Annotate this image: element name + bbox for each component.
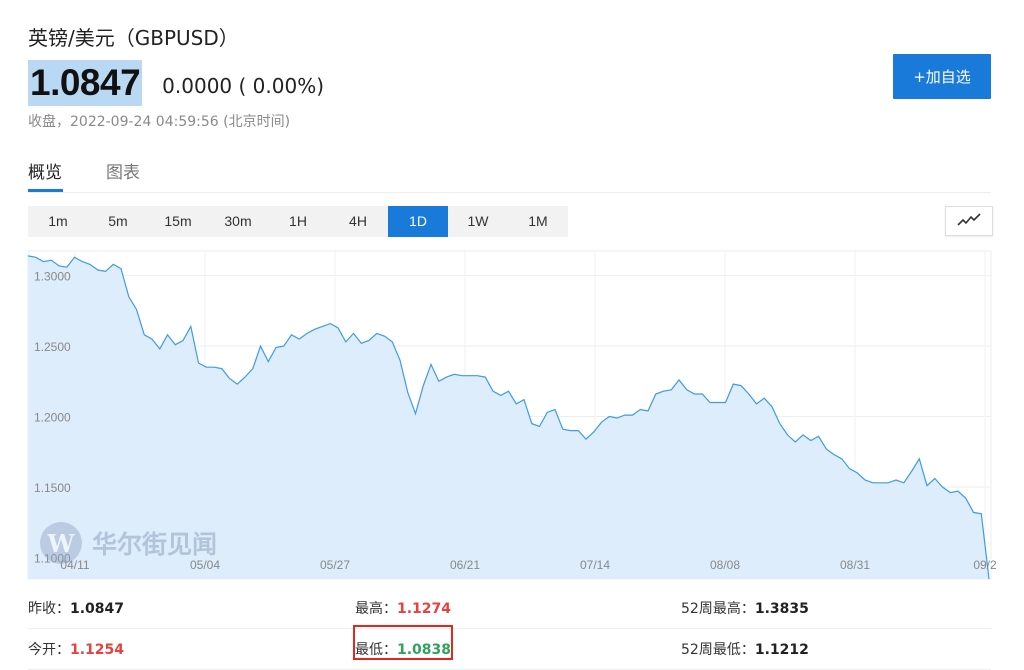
watermark-text: 华尔街见闻 (92, 530, 217, 559)
y-tick-label: 1.1500 (34, 481, 71, 495)
y-tick-label: 1.3000 (34, 270, 71, 284)
stats-row-1: 昨收：1.0847 最高：1.1274 52周最高：1.3835 (28, 588, 991, 629)
chart-area (27, 255, 990, 580)
watermark: W 华尔街见闻 (40, 522, 217, 564)
period-1m[interactable]: 1m (28, 206, 88, 237)
chart-type-button[interactable] (945, 206, 993, 236)
period-selector: 1m 5m 15m 30m 1H 4H 1D 1W 1M (28, 206, 568, 237)
active-tab-indicator (28, 189, 63, 192)
chart-grid (27, 250, 992, 580)
stat-52w-high: 52周最高：1.3835 (681, 601, 809, 617)
market-status: 收盘，2022-09-24 04:59:56 (北京时间) (28, 114, 291, 130)
x-tick-label: 05/04 (190, 558, 220, 572)
stat-open: 今开：1.1254 (28, 642, 125, 658)
tab-overview[interactable]: 概览 (28, 158, 62, 183)
period-5m[interactable]: 5m (88, 206, 148, 237)
tab-chart[interactable]: 图表 (106, 158, 140, 183)
x-tick-label: 05/27 (320, 558, 350, 572)
watermark-logo-icon (40, 522, 82, 564)
y-axis-labels: 1.3000 1.2500 1.2000 1.1500 1.1000 (34, 270, 71, 566)
price-row: 1.0847 0.0000 ( 0.00%) (28, 60, 324, 106)
period-1mo[interactable]: 1M (508, 206, 568, 237)
x-tick-label: 09/2 (973, 558, 997, 572)
x-tick-label: 07/14 (580, 558, 610, 572)
tab-bar: 概览 图表 (28, 152, 991, 193)
period-1w[interactable]: 1W (448, 206, 508, 237)
stat-high: 最高：1.1274 (355, 601, 452, 617)
stats-table: 昨收：1.0847 最高：1.1274 52周最高：1.3835 今开：1.12… (28, 588, 991, 670)
period-1d[interactable]: 1D (388, 206, 448, 237)
last-price: 1.0847 (28, 60, 143, 106)
x-tick-label: 08/31 (840, 558, 870, 572)
stats-row-2: 今开：1.1254 最低：1.0838 52周最低：1.1212 (28, 629, 991, 670)
y-tick-label: 1.2500 (34, 340, 71, 354)
line-chart-icon (957, 213, 981, 226)
stat-52w-low: 52周最低：1.1212 (681, 642, 809, 658)
area-fill (28, 255, 989, 579)
add-watchlist-button[interactable]: +加自选 (893, 54, 991, 99)
period-30m[interactable]: 30m (208, 206, 268, 237)
period-1h[interactable]: 1H (268, 206, 328, 237)
period-15m[interactable]: 15m (148, 206, 208, 237)
x-tick-label: 06/21 (450, 558, 480, 572)
period-4h[interactable]: 4H (328, 206, 388, 237)
x-tick-label: 04/11 (60, 558, 89, 572)
watermark-logo-letter: W (47, 529, 76, 558)
y-tick-label: 1.1000 (34, 551, 71, 565)
plot-frame (27, 250, 992, 580)
price-change: 0.0000 ( 0.00%) (162, 74, 325, 98)
series-line (27, 255, 990, 580)
x-tick-label: 08/08 (710, 558, 740, 572)
page-title: 英镑/美元（GBPUSD） (28, 26, 239, 50)
y-tick-label: 1.2000 (34, 411, 71, 425)
x-axis-labels: 04/11 05/04 05/27 06/21 07/14 08/08 08/31 09/2 (60, 558, 997, 572)
stat-prev-close: 昨收：1.0847 (28, 601, 125, 617)
stat-low: 最低：1.0838 (355, 642, 452, 658)
